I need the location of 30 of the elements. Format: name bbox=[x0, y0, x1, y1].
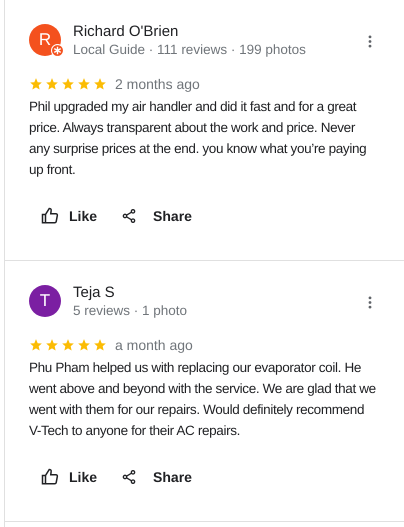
review-text: Phil upgraded my air handler and did it fast and for a great price. Always transparent about the work and price. Never any surprise prices at the end. you know what you’re paying up front. bbox=[29, 98, 368, 179]
star-icon bbox=[29, 338, 43, 352]
more-options-icon[interactable] bbox=[368, 296, 372, 309]
review-time: 2 months ago bbox=[115, 74, 200, 94]
avatar[interactable]: T bbox=[29, 285, 61, 317]
star-icon bbox=[77, 338, 91, 352]
star-icon bbox=[77, 77, 91, 91]
share-button[interactable]: Share bbox=[121, 465, 192, 489]
reviewer-name[interactable]: Teja S bbox=[73, 284, 368, 302]
thumbs-up-icon bbox=[41, 207, 59, 225]
review-text: Phu Pham helped us with replacing our evaporator coil. He went above and beyond with the service. We are glad that we went with them for our repairs. Would definitely recommend V-Tech to anyone for their AC repairs. bbox=[29, 359, 377, 440]
share-button[interactable]: Share bbox=[121, 204, 192, 228]
star-icon bbox=[29, 77, 43, 91]
reviewer-meta: Local Guide · 111 reviews · 199 photos bbox=[73, 41, 307, 59]
review-time: a month ago bbox=[115, 336, 193, 355]
star-icon bbox=[45, 77, 59, 91]
like-button[interactable]: Like bbox=[41, 465, 98, 489]
star-icon bbox=[93, 338, 107, 352]
share-icon bbox=[121, 468, 138, 486]
like-button[interactable]: Like bbox=[41, 204, 98, 228]
local-guide-badge-icon bbox=[51, 44, 64, 57]
star-icon bbox=[93, 77, 107, 91]
star-icon bbox=[61, 77, 75, 91]
star-icon bbox=[61, 338, 75, 352]
reviewer-meta: 5 reviews · 1 photo bbox=[73, 302, 188, 320]
share-icon bbox=[121, 207, 138, 225]
reviewer-name[interactable]: Richard O'Brien bbox=[73, 23, 368, 41]
thumbs-up-icon bbox=[41, 468, 59, 486]
more-options-icon[interactable] bbox=[368, 35, 372, 48]
star-icon bbox=[45, 338, 59, 352]
